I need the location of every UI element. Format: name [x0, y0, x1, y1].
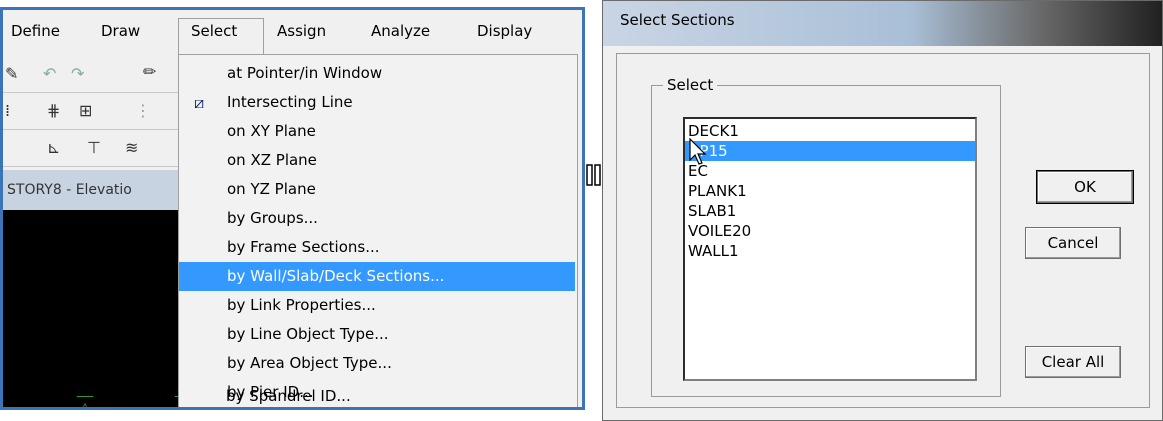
toolbar-row: ✎ ↶ ↷ ✏ [3, 56, 179, 93]
menu-assign[interactable]: Assign [277, 22, 326, 40]
menu-select[interactable]: Select [191, 22, 237, 40]
menu-item-wall-slab-deck-sections[interactable]: by Wall/Slab/Deck Sections... [179, 262, 575, 291]
menu-item-spandrel-id[interactable]: by Spandrel ID... [226, 387, 351, 405]
select-menu-dropdown: at Pointer/in Window ⧄ Intersecting Line … [178, 54, 578, 407]
list-item[interactable]: PLANK1 [685, 181, 975, 201]
menu-item-groups[interactable]: by Groups... [179, 204, 575, 233]
menu-item-line-object-type[interactable]: by Line Object Type... [179, 320, 575, 349]
dialog-titlebar[interactable]: Select Sections [603, 1, 1162, 46]
menu-item-yz-plane[interactable]: on YZ Plane [179, 175, 575, 204]
menu-item-spandrel-id-wrap [179, 405, 575, 407]
toolbar-row: ⊾ ⊤ ≋ [3, 130, 179, 167]
grid-bubble: A [69, 396, 101, 407]
list-item[interactable]: EC [685, 161, 975, 181]
pencil-icon[interactable]: ✏ [143, 62, 156, 81]
select-sections-dialog: Select Sections Select DECK1 DP15 EC PLA… [602, 0, 1163, 421]
cancel-button[interactable]: Cancel [1025, 227, 1121, 259]
grid-icon[interactable]: ⋕ [47, 101, 60, 120]
story-elevation-tab[interactable]: STORY8 - Elevatio [3, 170, 179, 210]
menu-item-area-object-type[interactable]: by Area Object Type... [179, 349, 575, 378]
etabs-menu-screenshot: Define Draw Select Assign Analyze Displa… [0, 7, 585, 410]
menu-item-at-pointer[interactable]: at Pointer/in Window [179, 59, 575, 88]
toolbar-row: ⁞ ⋕ ⊞ ⋮ [3, 93, 179, 130]
undo-icon[interactable]: ↶ [43, 64, 56, 83]
list-item[interactable]: VOILE20 [685, 221, 975, 241]
menu-item-frame-sections[interactable]: by Frame Sections... [179, 233, 575, 262]
toolbar-area: ✎ ↶ ↷ ✏ ⁞ ⋕ ⊞ ⋮ ⊾ ⊤ ≋ [3, 56, 179, 168]
intersecting-line-icon: ⧄ [194, 93, 205, 112]
select-group-label: Select [663, 76, 718, 94]
menu-analyze[interactable]: Analyze [371, 22, 430, 40]
menu-item-intersecting-line[interactable]: ⧄ Intersecting Line [179, 88, 575, 117]
menu-item-xz-plane[interactable]: on XZ Plane [179, 146, 575, 175]
ok-button[interactable]: OK [1036, 170, 1134, 204]
menu-bar: Define Draw Select Assign Analyze Displa… [3, 10, 582, 56]
clear-all-button[interactable]: Clear All [1025, 346, 1121, 378]
mouse-cursor-icon [689, 138, 707, 165]
dialog-title: Select Sections [620, 11, 735, 29]
menu-define[interactable]: Define [11, 22, 60, 40]
list-item[interactable]: DP15 [685, 141, 975, 161]
brush-icon[interactable]: ✎ [5, 64, 18, 83]
model-viewport[interactable]: A [3, 210, 199, 407]
tee-icon[interactable]: ⊤ [87, 138, 101, 157]
menu-display[interactable]: Display [477, 22, 532, 40]
menu-draw[interactable]: Draw [101, 22, 140, 40]
sections-listbox[interactable]: DECK1 DP15 EC PLANK1 SLAB1 VOILE20 WALL1 [683, 117, 977, 381]
list-item[interactable]: WALL1 [685, 241, 975, 261]
grid-lines-icon[interactable]: ⁞ [5, 101, 10, 120]
list-item[interactable]: DECK1 [685, 121, 975, 141]
snap-icon[interactable]: ⋮ [135, 101, 151, 120]
menu-item-xy-plane[interactable]: on XY Plane [179, 117, 575, 146]
redo-icon[interactable]: ↷ [71, 64, 84, 83]
layers-icon[interactable]: ≋ [125, 138, 138, 157]
list-item[interactable]: SLAB1 [685, 201, 975, 221]
axes-icon[interactable]: ⊾ [47, 138, 60, 157]
table-icon[interactable]: ⊞ [79, 101, 92, 120]
menu-item-link-properties[interactable]: by Link Properties... [179, 291, 575, 320]
